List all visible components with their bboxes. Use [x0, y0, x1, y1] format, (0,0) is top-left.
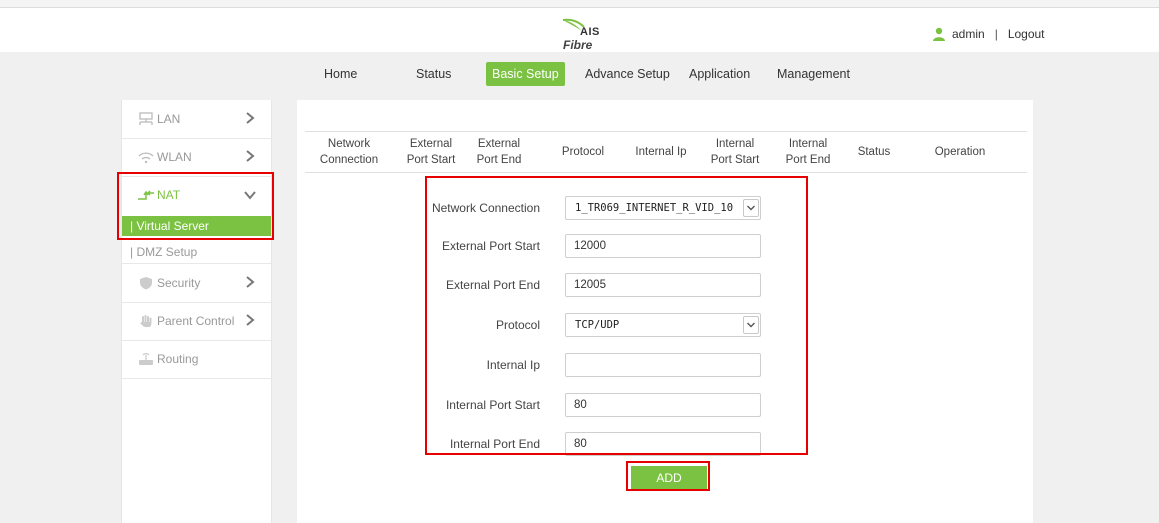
chevron-down-icon [244, 191, 256, 200]
internal-ip-input[interactable] [565, 353, 761, 377]
dropdown-toggle[interactable] [743, 316, 759, 334]
internal-port-end-input[interactable] [565, 432, 761, 456]
user-area: admin | Logout [932, 27, 1045, 41]
shield-icon [140, 277, 152, 290]
chevron-down-icon [747, 322, 755, 328]
sidebar-item-wlan[interactable]: WLAN [122, 138, 271, 177]
sidebar-subitem-label: | Virtual Server [130, 219, 209, 233]
form-row-network-connection: Network Connection 1_TR069_INTERNET_R_VI… [297, 196, 1033, 222]
lan-icon [139, 112, 153, 125]
protocol-label: Protocol [495, 318, 540, 332]
protocol-value: TCP/UDP [575, 319, 620, 331]
form-row-internal-port-end: Internal Port End [297, 432, 1033, 458]
user-separator: | [994, 27, 998, 41]
external-port-start-input[interactable] [565, 234, 761, 258]
wifi-icon [138, 152, 154, 164]
add-button[interactable]: ADD [631, 466, 707, 490]
sidebar-item-label: LAN [157, 112, 181, 126]
main-content: Network Connection External Port Start E… [297, 100, 1033, 523]
sidebar-item-label: Routing [157, 352, 199, 366]
sidebar-item-label: Parent Control [157, 314, 235, 328]
form-row-internal-ip: Internal Ip [297, 353, 1033, 379]
network-connection-label: Network Connection [431, 201, 540, 215]
sidebar-item-lan[interactable]: LAN [122, 100, 271, 139]
column-header-external-port-end: External Port End [476, 138, 522, 166]
tab-management[interactable]: Management [771, 62, 856, 86]
column-header-internal-port-start: Internal Port Start [710, 138, 760, 166]
sidebar-item-nat[interactable]: NAT [122, 176, 271, 214]
chevron-right-icon [246, 314, 255, 326]
sidebar-item-label: Security [157, 276, 201, 290]
column-header-protocol: Protocol [561, 146, 605, 158]
external-port-end-label: External Port End [445, 278, 540, 292]
external-port-end-input[interactable] [565, 273, 761, 297]
user-icon [933, 27, 945, 41]
internal-port-start-label: Internal Port Start [445, 398, 540, 412]
tab-home[interactable]: Home [318, 62, 363, 86]
sidebar-item-label: NAT [157, 188, 181, 202]
sidebar-item-parent-control[interactable]: Parent Control [122, 302, 271, 341]
sidebar-subitem-dmz-setup[interactable]: | DMZ Setup [122, 242, 271, 262]
form-row-protocol: Protocol TCP/UDP [297, 313, 1033, 339]
network-connection-select[interactable]: 1_TR069_INTERNET_R_VID_10 [565, 196, 761, 220]
sidebar-subitem-label: | DMZ Setup [130, 245, 198, 259]
sidebar-subitem-virtual-server[interactable]: | Virtual Server [122, 216, 271, 236]
chevron-down-icon [747, 205, 755, 211]
protocol-select[interactable]: TCP/UDP [565, 313, 761, 337]
tab-basic-setup[interactable]: Basic Setup [486, 62, 565, 86]
network-connection-value: 1_TR069_INTERNET_R_VID_10 [575, 202, 734, 214]
form-row-internal-port-start: Internal Port Start [297, 393, 1033, 419]
tab-application[interactable]: Application [683, 62, 756, 86]
tab-advance-setup[interactable]: Advance Setup [579, 62, 676, 86]
chevron-right-icon [246, 276, 255, 288]
sidebar-item-label: WLAN [157, 150, 192, 164]
column-header-internal-ip: Internal Ip [635, 146, 687, 158]
column-header-external-port-start: External Port Start [406, 138, 456, 166]
sidebar: LAN WLAN NAT | Virtual Server | DMZ Setu… [121, 100, 272, 523]
internal-port-end-label: Internal Port End [449, 437, 540, 451]
column-header-status: Status [857, 146, 891, 158]
logout-link[interactable]: Logout [1008, 27, 1045, 41]
column-header-operation: Operation [934, 146, 986, 158]
virtual-server-table-header: Network Connection External Port Start E… [305, 131, 1027, 173]
logo-text-fibre: Fibre [563, 38, 593, 52]
main-nav: Home Status Basic Setup Advance Setup Ap… [0, 62, 1159, 92]
logo-text-ais: AIS [580, 26, 600, 38]
header: AIS Fibre admin | Logout [0, 8, 1159, 52]
sidebar-item-security[interactable]: Security [122, 264, 271, 303]
top-strip [0, 0, 1159, 8]
form-row-external-port-start: External Port Start [297, 234, 1033, 260]
tab-status[interactable]: Status [410, 62, 457, 86]
column-header-network-connection: Network Connection [319, 138, 379, 166]
internal-ip-label: Internal Ip [486, 358, 540, 372]
router-icon [139, 353, 153, 365]
form-row-external-port-end: External Port End [297, 273, 1033, 299]
internal-port-start-input[interactable] [565, 393, 761, 417]
chevron-right-icon [246, 150, 255, 162]
ais-fibre-logo[interactable]: AIS Fibre [562, 18, 622, 52]
sidebar-item-routing[interactable]: Routing [122, 340, 271, 379]
dropdown-toggle[interactable] [743, 199, 759, 217]
nat-arrows-icon [138, 190, 154, 200]
username: admin [952, 27, 985, 41]
hand-icon [140, 315, 152, 328]
external-port-start-label: External Port Start [441, 239, 540, 253]
column-header-internal-port-end: Internal Port End [785, 138, 831, 166]
chevron-right-icon [246, 112, 255, 124]
